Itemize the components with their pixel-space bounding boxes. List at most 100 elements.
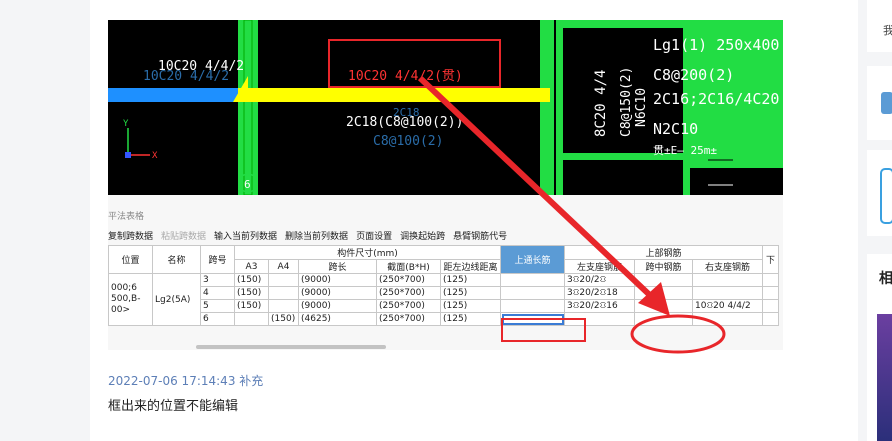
table-row: 000;6 500,B- 00> Lg2(5A) 3 (150) (9000) … (108, 273, 779, 326)
cad-screenshot: 6 10C20 4/4/2 10C20 4/4/2 10C20 4/4/2(贯)… (108, 20, 783, 195)
cell-mid[interactable] (634, 299, 693, 313)
header-right-seat: 右支座钢筋 (692, 259, 763, 274)
cell-dist[interactable]: (125) (440, 286, 501, 300)
cad-label: 贯±Ε̶ 25m± (653, 144, 717, 157)
cell-a3[interactable]: (150) (234, 273, 269, 287)
cell-top-selected[interactable] (500, 312, 565, 326)
cad-label: 8C20 4/4 (593, 70, 609, 137)
cell-span[interactable]: 5 (200, 299, 235, 313)
cell-top[interactable] (500, 286, 565, 300)
cell-pos[interactable]: 000;6 500,B- 00> (108, 273, 153, 326)
cell-right[interactable] (692, 273, 763, 287)
toolbar-page-setup[interactable]: 页面设置 (356, 229, 392, 242)
phone-icon (880, 168, 892, 224)
cell-span[interactable]: 4 (200, 286, 235, 300)
rebar-table: 位置 名称 跨号 构件尺寸(mm) 上通长筋 上部钢筋 下 A3 A4 跨长 截… (108, 245, 779, 326)
cad-column (540, 20, 554, 195)
cad-label: 2C16;2C16/4C20 (653, 90, 779, 108)
panel-title: 平法表格 (108, 212, 145, 222)
cad-label: 10C20 4/4/2(贯) (348, 69, 463, 84)
cell-sec[interactable]: (250*700) (376, 286, 441, 300)
cad-column (238, 20, 258, 195)
cell-a4[interactable] (268, 273, 299, 287)
cell-dist[interactable]: (125) (440, 273, 501, 287)
toolbar-swap-span[interactable]: 调换起始跨 (400, 229, 445, 242)
toolbar-copy[interactable]: 复制跨数据 (108, 229, 153, 242)
header-a4: A4 (268, 259, 299, 274)
cell-right[interactable] (692, 286, 763, 300)
table-row: 4 (150) (9000) (250*700) (125) 3⛻20/2⛻18 (109, 286, 779, 300)
cell-mid[interactable] (634, 312, 693, 326)
header-span-len: 跨长 (298, 259, 377, 274)
cell-left[interactable] (564, 312, 635, 326)
cell-a3[interactable] (234, 312, 269, 326)
cell-name[interactable]: Lg2(5A) (152, 273, 201, 326)
ucs-x-label: X (152, 151, 158, 161)
cell-mid[interactable] (634, 273, 693, 287)
cell-down[interactable] (762, 273, 779, 287)
cad-axis-label: 6 (244, 178, 251, 191)
table-row: 5 (150) (9000) (250*700) (125) 3⛻20/2⛻16… (109, 299, 779, 313)
cell-down[interactable] (762, 286, 779, 300)
sidebar-heading: 相 (879, 271, 892, 287)
cad-label: C8@100(2) (373, 134, 443, 149)
cad-label: N6C10 (634, 88, 649, 127)
cell-sec[interactable]: (250*700) (376, 273, 441, 287)
table-toolbar: 复制跨数据 粘贴跨数据 输入当前列数据 删除当前列数据 页面设置 调换起始跨 悬… (108, 229, 507, 242)
cell-a4[interactable] (268, 299, 299, 313)
sidebar-card[interactable] (867, 66, 892, 140)
header-left-seat: 左支座钢筋 (564, 259, 635, 274)
cell-span[interactable]: 3 (200, 273, 235, 287)
cell-left[interactable]: 3⛻20/2⛻18 (564, 286, 635, 300)
cell-left[interactable]: 3⛻20/2⛻ (564, 273, 635, 287)
header-down: 下 (762, 245, 779, 274)
cell-a4[interactable]: (150) (268, 312, 299, 326)
post-meta: 2022-07-06 17:14:43 补充 (108, 374, 264, 388)
cell-top[interactable] (500, 273, 565, 287)
sidebar-related: 相 (867, 254, 892, 441)
table-panel: 平法表格 复制跨数据 粘贴跨数据 输入当前列数据 删除当前列数据 页面设置 调换… (108, 195, 783, 350)
cell-a4[interactable] (268, 286, 299, 300)
header-mid: 跨中钢筋 (634, 259, 693, 274)
ucs-y-label: Y (123, 119, 129, 129)
cell-dist[interactable]: (125) (440, 299, 501, 313)
cad-drawing: 6 10C20 4/4/2 10C20 4/4/2 10C20 4/4/2(贯)… (108, 20, 783, 195)
cell-left[interactable]: 3⛻20/2⛻16 (564, 299, 635, 313)
cell-down[interactable] (762, 312, 779, 326)
cell-len[interactable]: (9000) (298, 273, 377, 287)
header-name: 名称 (152, 245, 201, 274)
cell-sec[interactable]: (250*700) (376, 312, 441, 326)
header-section: 截面(B*H) (376, 259, 441, 274)
cell-len[interactable]: (4625) (298, 312, 377, 326)
post-comment: 框出来的位置不能编辑 (108, 399, 239, 414)
cell-mid[interactable] (634, 286, 693, 300)
cell-down[interactable] (762, 299, 779, 313)
header-dist: 距左边线距离 (440, 259, 501, 274)
sidebar-card: 我 (867, 0, 892, 52)
sidebar-card[interactable] (867, 150, 892, 236)
related-thumbnail[interactable] (877, 314, 892, 441)
cell-len[interactable]: (9000) (298, 286, 377, 300)
sidebar-snippet: 我 (883, 24, 892, 37)
toolbar-input-col[interactable]: 输入当前列数据 (214, 229, 277, 242)
toolbar-cantilever[interactable]: 悬臂钢筋代号 (453, 229, 507, 242)
cell-len[interactable]: (9000) (298, 299, 377, 313)
table-scrollbar[interactable] (196, 345, 386, 349)
cell-dist[interactable]: (125) (440, 312, 501, 326)
cell-span[interactable]: 6 (200, 312, 235, 326)
cell-a3[interactable]: (150) (234, 286, 269, 300)
header-size-group: 构件尺寸(mm) (234, 245, 501, 260)
cad-beam-blue (108, 88, 238, 102)
toolbar-delete-col[interactable]: 删除当前列数据 (285, 229, 348, 242)
cell-right[interactable]: 10⛻20 4/4/2 (692, 299, 763, 313)
cell-a3[interactable]: (150) (234, 299, 269, 313)
cad-label: N2C10 (653, 120, 698, 138)
header-a3: A3 (234, 259, 269, 274)
cell-right[interactable] (692, 312, 763, 326)
header-top-long[interactable]: 上通长筋 (500, 245, 565, 274)
toolbar-paste[interactable]: 粘贴跨数据 (161, 229, 206, 242)
cell-sec[interactable]: (250*700) (376, 299, 441, 313)
header-top-group: 上部钢筋 (564, 245, 763, 260)
table-row: 6 (150) (4625) (250*700) (125) (109, 312, 779, 326)
cell-top[interactable] (500, 299, 565, 313)
